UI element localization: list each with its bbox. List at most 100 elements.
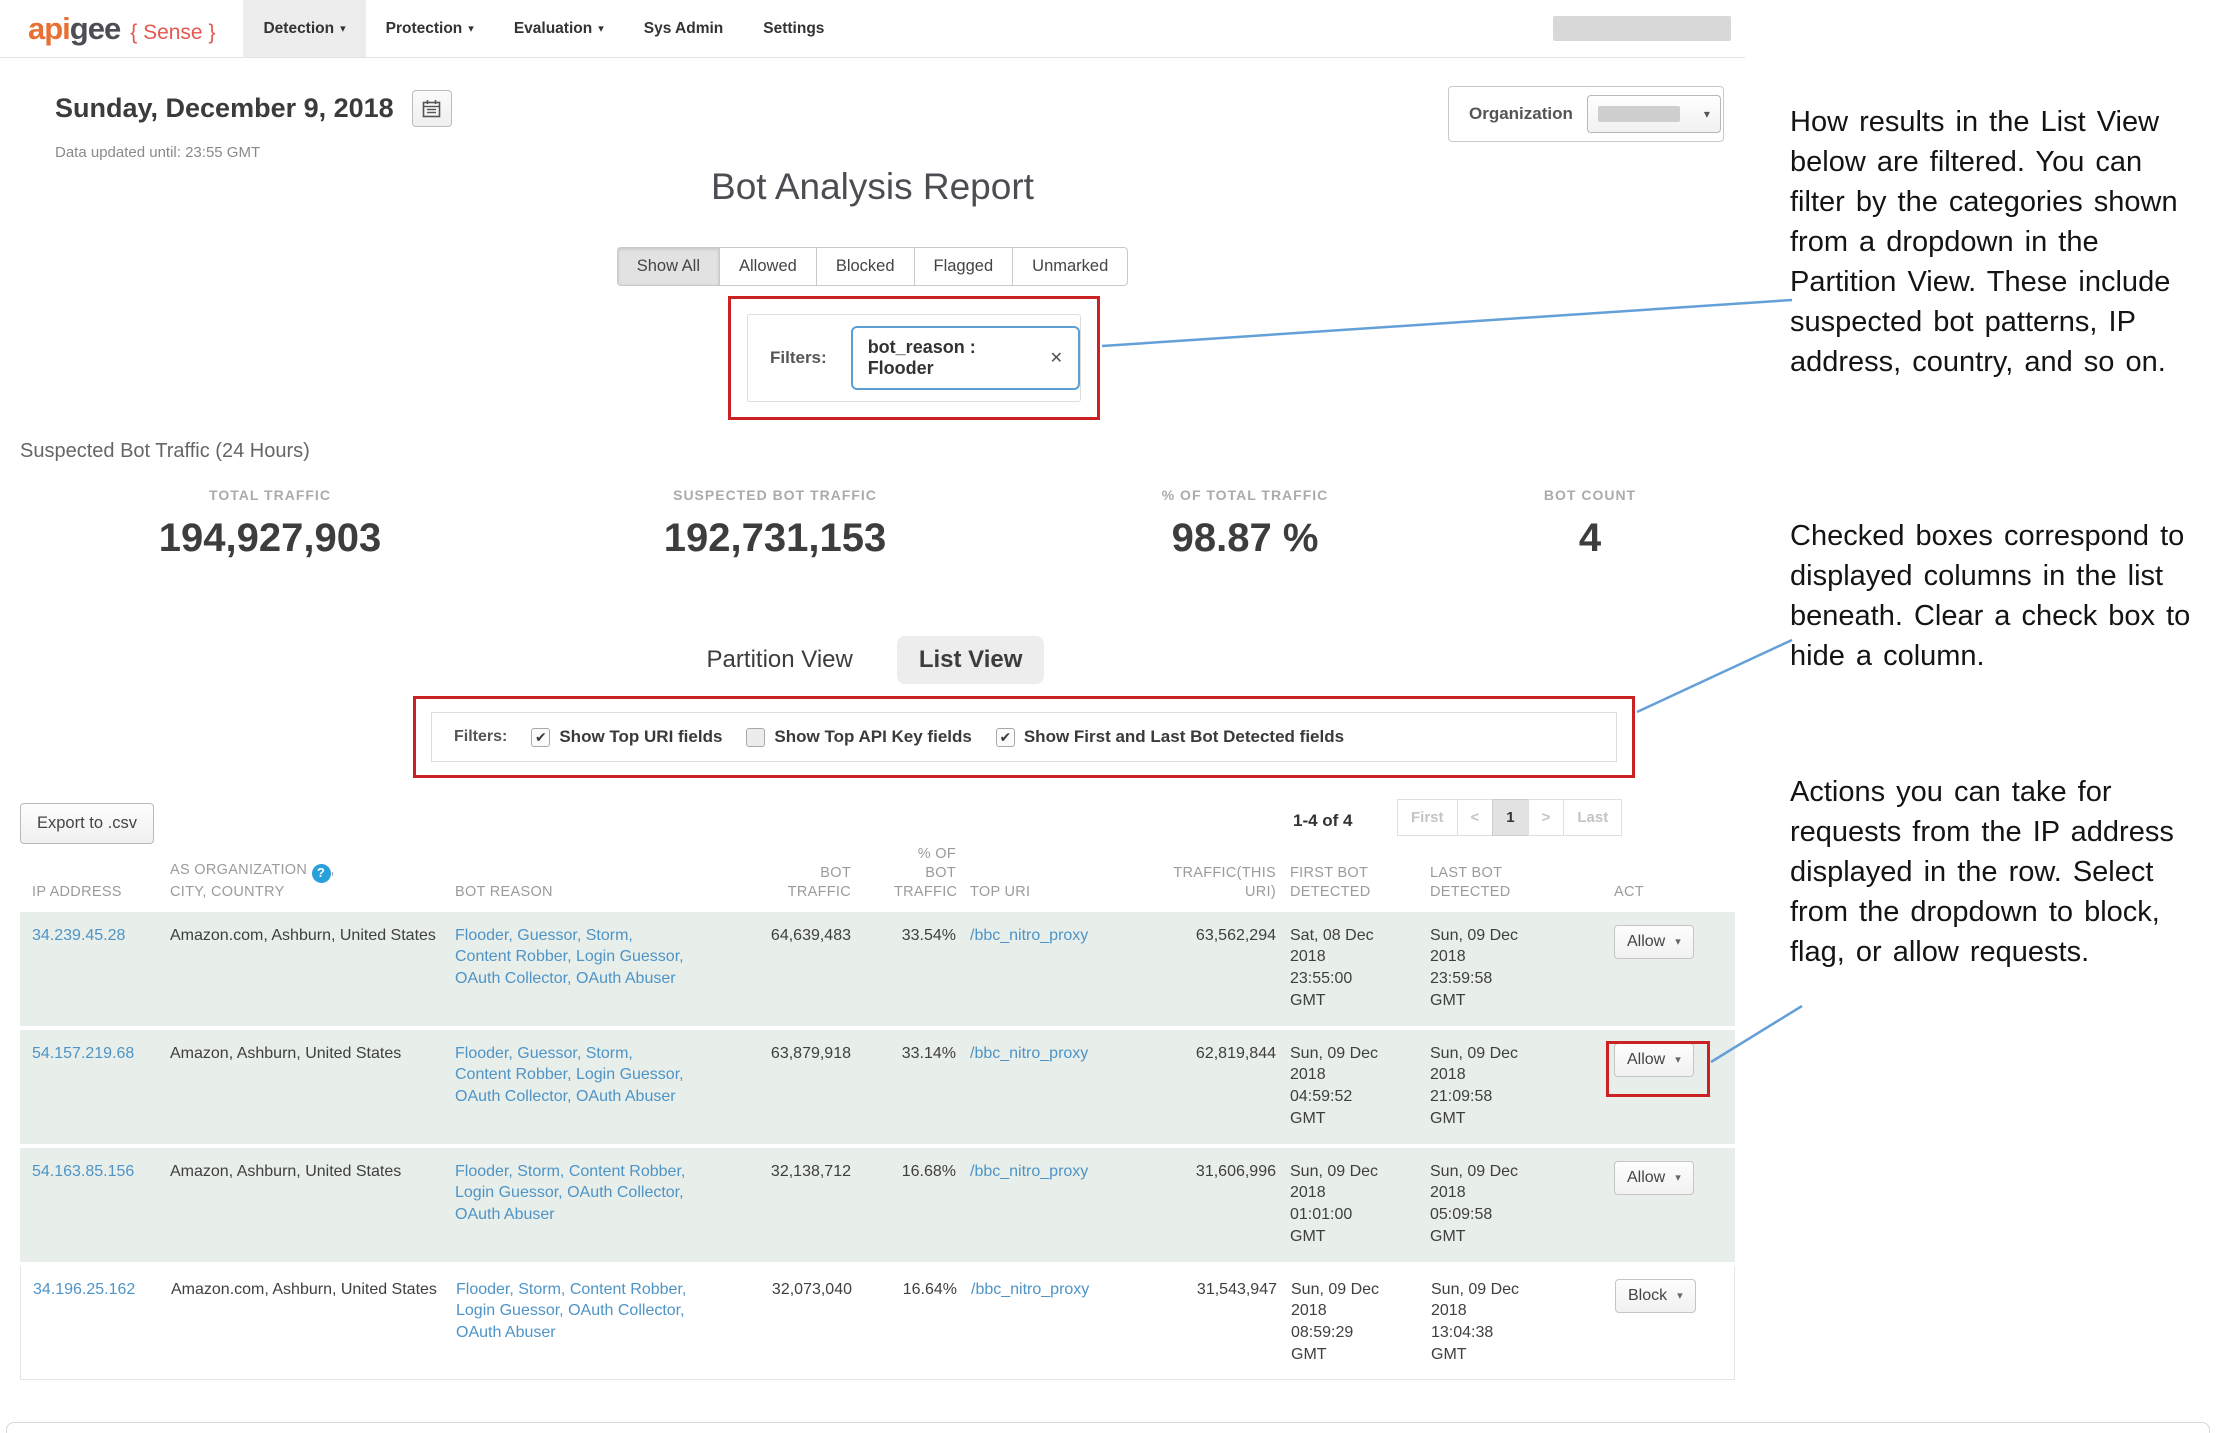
top-uri-link[interactable]: /bbc_nitro_proxy xyxy=(970,1045,1088,1062)
first-detected-cell: Sun, 09 Dec 2018 01:01:00 GMT xyxy=(1290,1148,1430,1262)
col-header-ip: IP ADDRESS xyxy=(20,883,170,902)
filter-chip-text: bot_reason : Flooder xyxy=(868,337,1034,379)
logo-api: api xyxy=(28,11,70,47)
action-dropdown[interactable]: Allow ▾ xyxy=(1614,1161,1694,1195)
checkbox-show-top-api-key[interactable]: Show Top API Key fields xyxy=(746,727,971,747)
table-row: 34.196.25.162 Amazon.com, Ashburn, Unite… xyxy=(20,1266,1735,1380)
tab-list-view[interactable]: List View xyxy=(897,636,1045,684)
bot-traffic-cell: 32,073,040 xyxy=(706,1266,866,1379)
action-cell: Allow ▾ xyxy=(1570,912,1735,1026)
pager-prev-button[interactable]: < xyxy=(1457,799,1494,836)
logo-gee: gee xyxy=(70,11,120,47)
pager-first-button[interactable]: First xyxy=(1397,799,1458,836)
table-header-row: IP ADDRESS AS ORGANIZATION ?, CITY, COUN… xyxy=(20,845,1735,912)
stat-bot-count: BOT COUNT 4 xyxy=(1390,487,1790,561)
pager-next-button[interactable]: > xyxy=(1528,799,1565,836)
table-row: 34.239.45.28 Amazon.com, Ashburn, United… xyxy=(20,912,1735,1026)
tab-show-all[interactable]: Show All xyxy=(617,247,720,286)
tab-unmarked[interactable]: Unmarked xyxy=(1012,247,1128,286)
top-uri-link[interactable]: /bbc_nitro_proxy xyxy=(970,1163,1088,1180)
col-header-act: ACT xyxy=(1570,883,1735,902)
last-detected-cell: Sun, 09 Dec 2018 13:04:38 GMT xyxy=(1431,1266,1571,1379)
chevron-down-icon: ▾ xyxy=(340,22,346,35)
stat-pct-total-traffic: % OF TOTAL TRAFFIC 98.87 % xyxy=(1045,487,1445,561)
ip-link[interactable]: 34.196.25.162 xyxy=(33,1281,135,1298)
tab-blocked[interactable]: Blocked xyxy=(816,247,915,286)
bot-reason-links[interactable]: Flooder, Storm, Content Robber, Login Gu… xyxy=(455,1163,685,1224)
nav-item-evaluation[interactable]: Evaluation ▾ xyxy=(494,0,624,57)
top-uri-link[interactable]: /bbc_nitro_proxy xyxy=(970,927,1088,944)
organization-select[interactable]: ▾ xyxy=(1587,95,1721,133)
status-tabs: Show All Allowed Blocked Flagged Unmarke… xyxy=(0,247,1745,286)
section-label: Suspected Bot Traffic (24 Hours) xyxy=(20,440,310,463)
pager-page-1-button[interactable]: 1 xyxy=(1492,799,1528,836)
pct-cell: 16.64% xyxy=(866,1266,971,1379)
table-row: 54.157.219.68 Amazon, Ashburn, United St… xyxy=(20,1030,1735,1144)
nav-item-settings[interactable]: Settings xyxy=(743,0,844,57)
page-title: Bot Analysis Report xyxy=(0,166,1745,208)
col-header-text: TRAFFIC(THIS URI) xyxy=(1164,864,1276,902)
checkbox-label: Show Top URI fields xyxy=(559,727,722,747)
col-header-bot-reason: BOT REASON xyxy=(455,883,705,902)
first-detected-text: Sun, 09 Dec 2018 08:59:29 GMT xyxy=(1291,1279,1383,1366)
nav-item-label: Detection xyxy=(263,20,334,38)
bot-reason-links[interactable]: Flooder, Guessor, Storm, Content Robber,… xyxy=(455,1045,684,1106)
action-dropdown[interactable]: Block ▾ xyxy=(1615,1279,1696,1313)
export-csv-button[interactable]: Export to .csv xyxy=(20,803,154,844)
tab-flagged[interactable]: Flagged xyxy=(914,247,1014,286)
top-uri-cell: /bbc_nitro_proxy xyxy=(970,912,1125,1026)
column-filters-bar: Filters: ✔ Show Top URI fields Show Top … xyxy=(431,712,1617,762)
help-icon[interactable]: ? xyxy=(312,864,331,883)
ip-link[interactable]: 54.163.85.156 xyxy=(32,1163,134,1180)
top-uri-link[interactable]: /bbc_nitro_proxy xyxy=(971,1281,1089,1298)
stat-total-traffic: TOTAL TRAFFIC 194,927,903 xyxy=(70,487,470,561)
checkbox-show-top-uri[interactable]: ✔ Show Top URI fields xyxy=(531,727,722,747)
report-date: Sunday, December 9, 2018 xyxy=(55,93,394,124)
nav-item-label: Evaluation xyxy=(514,20,592,38)
nav-item-sys-admin[interactable]: Sys Admin xyxy=(624,0,744,57)
stat-value: 98.87 % xyxy=(1045,516,1445,561)
checkbox-show-first-last-bot[interactable]: ✔ Show First and Last Bot Detected field… xyxy=(996,727,1344,747)
filter-chip-bot-reason[interactable]: bot_reason : Flooder ✕ xyxy=(851,326,1080,390)
calendar-button[interactable] xyxy=(412,90,452,127)
bot-reason-links[interactable]: Flooder, Guessor, Storm, Content Robber,… xyxy=(455,927,684,988)
ip-link[interactable]: 34.239.45.28 xyxy=(32,927,125,944)
bot-reason-links[interactable]: Flooder, Storm, Content Robber, Login Gu… xyxy=(456,1281,686,1342)
col-header-first-bot-detected: FIRST BOT DETECTED xyxy=(1290,864,1430,902)
checkbox-checked-icon[interactable]: ✔ xyxy=(531,728,550,747)
last-detected-cell: Sun, 09 Dec 2018 23:59:58 GMT xyxy=(1430,912,1570,1026)
organization-panel: Organization ▾ xyxy=(1448,86,1724,142)
action-dropdown[interactable]: Allow ▾ xyxy=(1614,925,1694,959)
filters-bar: Filters: bot_reason : Flooder ✕ xyxy=(747,314,1081,402)
tab-allowed[interactable]: Allowed xyxy=(719,247,817,286)
col-header-text: % OF BOT TRAFFIC xyxy=(894,845,956,902)
last-detected-cell: Sun, 09 Dec 2018 05:09:58 GMT xyxy=(1430,1148,1570,1262)
first-detected-text: Sun, 09 Dec 2018 01:01:00 GMT xyxy=(1290,1161,1382,1248)
top-uri-cell: /bbc_nitro_proxy xyxy=(970,1148,1125,1262)
stat-label: BOT COUNT xyxy=(1390,487,1790,503)
pct-cell: 33.54% xyxy=(865,912,970,1026)
last-detected-text: Sun, 09 Dec 2018 05:09:58 GMT xyxy=(1430,1161,1522,1248)
stat-label: % OF TOTAL TRAFFIC xyxy=(1045,487,1445,503)
bot-reason-cell: Flooder, Storm, Content Robber, Login Gu… xyxy=(455,1148,705,1262)
tab-partition-view[interactable]: Partition View xyxy=(701,636,859,684)
col-header-org-line2: CITY, COUNTRY xyxy=(170,883,441,902)
stat-value: 194,927,903 xyxy=(70,516,470,561)
checkbox-label: Show Top API Key fields xyxy=(774,727,971,747)
org-cell: Amazon, Ashburn, United States xyxy=(170,1148,455,1262)
col-header-org: AS ORGANIZATION ?, CITY, COUNTRY xyxy=(170,861,455,902)
checkbox-unchecked-icon[interactable] xyxy=(746,728,765,747)
nav-item-label: Protection xyxy=(386,20,463,38)
nav-item-protection[interactable]: Protection ▾ xyxy=(366,0,494,57)
data-updated-label: Data updated until: 23:55 GMT xyxy=(55,144,260,161)
report-date-line: Sunday, December 9, 2018 xyxy=(55,90,452,127)
close-icon[interactable]: ✕ xyxy=(1050,348,1063,368)
pct-cell: 33.14% xyxy=(865,1030,970,1144)
ip-link[interactable]: 54.157.219.68 xyxy=(32,1045,134,1062)
organization-label: Organization xyxy=(1469,104,1573,124)
last-detected-text: Sun, 09 Dec 2018 13:04:38 GMT xyxy=(1431,1279,1523,1366)
checkbox-checked-icon[interactable]: ✔ xyxy=(996,728,1015,747)
nav-item-detection[interactable]: Detection ▾ xyxy=(243,0,365,57)
pager-last-button[interactable]: Last xyxy=(1563,799,1622,836)
stat-value: 192,731,153 xyxy=(575,516,975,561)
